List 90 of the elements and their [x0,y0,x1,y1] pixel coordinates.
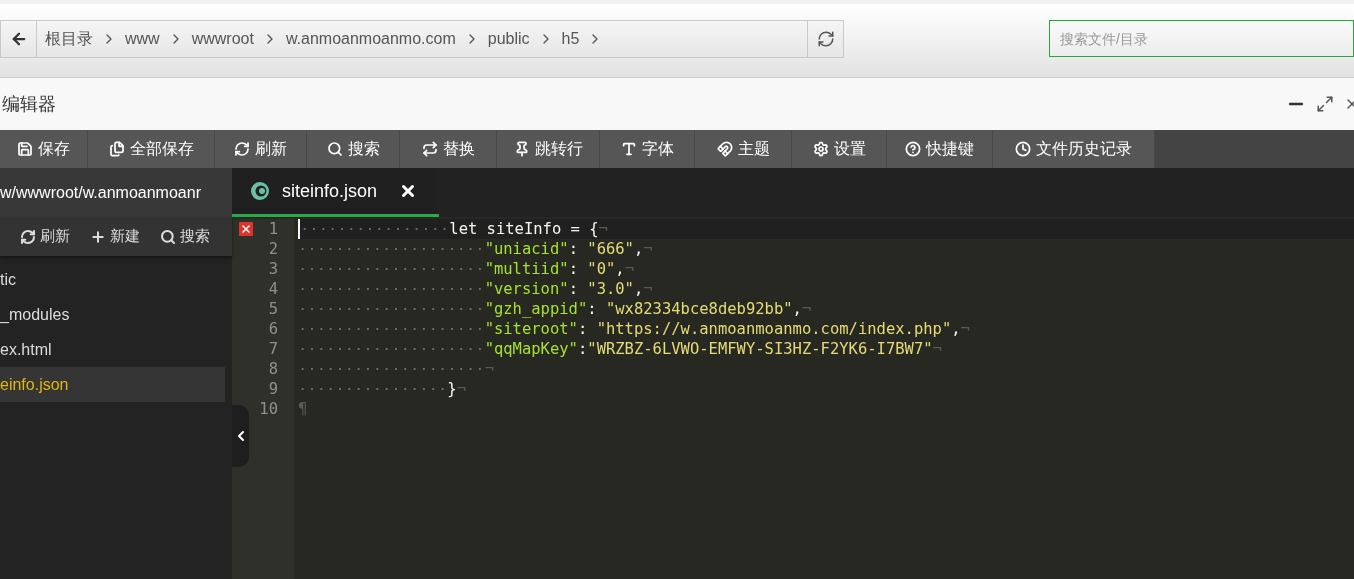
line-number: 4 [268,279,278,299]
code-string: "wx82334bce8deb92bb" [605,299,793,319]
swirl-icon [250,181,270,201]
line-end-mark: ¬ [643,239,653,259]
code-key: "gzh_appid" [484,299,588,319]
line-end-mark: ¬ [484,359,494,379]
text-icon [620,141,637,157]
search-icon [326,141,343,157]
plus-icon [90,228,106,245]
breadcrumb-link[interactable]: h5 [561,27,580,51]
line-end-mark: ¬ [932,339,942,359]
line-number: 2 [268,239,278,259]
toolbar-button[interactable]: 刷新 [215,130,307,168]
refresh-icon [234,141,250,157]
breadcrumb-link[interactable]: www [125,27,160,51]
line-end-mark: ¬ [598,219,608,239]
code-text: : [577,339,588,359]
search-field[interactable]: 搜索文件/目录 [1049,20,1354,57]
toolbar-button[interactable]: 字体 [600,130,695,168]
floppy-icon [17,141,33,157]
search-icon [160,228,176,245]
magnet-icon [716,141,733,157]
line-end-mark: ¬ [624,259,634,279]
breadcrumb-link[interactable]: 根目录 [45,27,93,51]
toolbar-button[interactable]: 文件历史记录 [993,130,1155,168]
line-number: 10 [259,399,278,419]
code-string: "WRZBZ-6LVWO-EMFWY-SI3HZ-F2YK6-I7BW7" [587,339,933,359]
toolbar-button[interactable]: 搜索 [307,130,400,168]
pin-icon [513,141,530,157]
line-end-mark: ¬ [801,299,812,319]
sidebar-action[interactable]: 搜索 [160,225,210,248]
code-key: "uniacid" [484,239,569,259]
code-text: , [633,239,644,259]
code-text: , [633,279,644,299]
clock-icon [1015,141,1031,157]
file-item[interactable]: _modules [0,297,225,332]
file-item[interactable]: einfo.json [0,367,225,402]
code-text: , [615,259,625,279]
collapse-handle[interactable] [232,405,249,467]
code-text: let siteInfo = { [449,219,599,239]
code-key: "siteroot" [484,319,578,339]
toolbar-button[interactable]: 设置 [792,130,887,168]
breadcrumb-link[interactable]: w.anmoanmoanmo.com [285,27,456,51]
code-key: "multiid" [484,259,569,279]
line-number: 7 [268,339,278,359]
code-text: : [577,319,589,339]
file-item[interactable]: ex.html [0,332,225,367]
files-icon [108,141,125,157]
sidebar-action[interactable]: 刷新 [20,225,70,248]
code-text: : [568,239,579,259]
code-text: , [951,319,961,339]
toolbar-button[interactable]: 快捷键 [887,130,993,168]
code-key: "version" [484,279,569,299]
code-string: "https://w.anmoanmoanmo.com/index.php" [596,319,952,339]
line-number: 1 [268,219,278,239]
path-bar: w/wwwroot/w.anmoanmoanr [0,168,232,217]
code-string: "666" [587,239,634,259]
line-end-mark: ¬ [456,379,466,399]
line-end-mark: ¬ [643,279,653,299]
code-key: "qqMapKey" [484,339,578,359]
code-text: : [568,279,579,299]
line-number: 9 [268,379,278,399]
help-icon [905,141,921,157]
settings-icon [812,141,829,157]
line-number: 8 [268,359,278,379]
line-number: 5 [268,299,278,319]
code-text: : [568,259,579,279]
toolbar-button[interactable]: 全部保存 [88,130,215,168]
sidebar-action[interactable]: 新建 [90,225,140,248]
breadcrumb-link[interactable]: wwwroot [191,27,254,51]
code-string: "3.0" [587,279,634,299]
toolbar-button[interactable]: 主题 [695,130,792,168]
line-number: 6 [268,319,278,339]
line-end-mark: ¬ [960,319,970,339]
refresh-icon [816,30,835,48]
maximize-icon[interactable] [1316,95,1334,113]
line-number: 3 [268,259,278,279]
repeat-icon [421,141,438,157]
code-text: : [587,299,598,319]
toolbar-button[interactable]: 替换 [400,130,497,168]
code-string: "0" [587,259,616,279]
toolbar-button[interactable]: 跳转行 [497,130,600,168]
window-title: 编辑器 [2,92,56,116]
toolbar-button[interactable]: 保存 [0,130,88,168]
file-item[interactable]: tic [0,262,225,297]
line-end-mark: ¶ [298,399,308,419]
refresh-icon [20,228,36,245]
breadcrumb-link[interactable]: public [487,27,530,51]
code-text: , [792,299,802,319]
code-text: } [447,379,457,399]
